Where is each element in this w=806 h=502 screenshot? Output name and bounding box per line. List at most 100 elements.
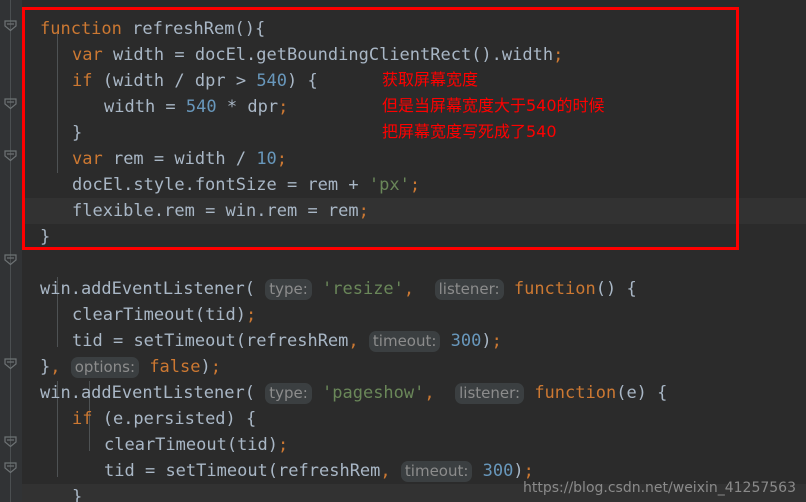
parameter-hint-chip: timeout: [400,461,473,482]
parameter-hint-chip: listener: [455,383,525,404]
code-token: 'resize' [322,279,404,299]
code-token: flexible.rem [72,201,206,221]
code-token: docEl.getBoundingClientRect().width [184,45,554,65]
code-token: var [72,149,103,169]
code-token: (e.persisted) { [92,409,257,429]
code-line[interactable]: tid = setTimeout(refreshRem, timeout: 30… [72,328,502,354]
code-token: refreshRem [278,461,381,481]
code-token: clearTimeout [104,435,227,455]
code-token: ) { [287,71,318,91]
code-token: ; [358,201,369,221]
code-editor[interactable]: function refreshRem(){var width = docEl.… [0,0,806,502]
code-token: width [102,45,175,65]
code-token: 'px' [368,175,410,195]
parameter-hint-chip: listener: [434,279,504,300]
code-token: rem [297,175,349,195]
code-token: false [149,357,201,377]
code-line[interactable]: } [40,224,50,250]
code-line[interactable]: clearTimeout(tid); [72,302,256,328]
code-token: width [104,97,166,117]
parameter-hint-chip: options: [70,357,140,378]
code-token: ; [246,305,257,325]
code-token: = [144,461,156,481]
code-token: = [174,45,185,65]
code-token: = [205,201,216,221]
code-token: (tid) [226,435,279,455]
code-line[interactable]: }, options: false); [40,354,221,380]
code-line[interactable]: var rem = width / 10; [72,146,287,172]
code-token: 'pageshow' [322,383,425,403]
code-token: tid [72,331,113,351]
code-token: 10 [256,149,277,169]
code-token: docEl.style.fontSize [72,175,287,195]
code-token: (e) { [616,383,668,403]
code-token: ( [244,383,255,403]
code-token: / [235,149,247,169]
code-token: function [40,19,122,39]
code-line[interactable]: width = 540 * dpr; [104,94,288,120]
code-line[interactable]: if (width / dpr > 540) { [72,68,318,94]
code-token: 300 [450,331,482,351]
code-line[interactable]: flexible.rem = win.rem = rem; [72,198,369,224]
code-token: ; [491,331,502,351]
code-line[interactable]: tid = setTimeout(refreshRem, timeout: 30… [104,458,534,484]
code-token: () { [595,279,637,299]
code-token: function [534,383,617,403]
code-token: , [50,357,61,377]
code-token: = [153,149,165,169]
code-token: } [40,227,51,247]
code-line[interactable]: win.addEventListener( type: 'resize', li… [40,276,637,302]
code-token: win.addEventListener [40,279,245,299]
code-line[interactable]: } [72,120,82,146]
code-line[interactable]: if (e.persisted) { [72,406,256,432]
code-token: 300 [482,461,514,481]
code-token: clearTimeout [72,305,195,325]
code-token: refreshRem [246,331,349,351]
code-token: ; [276,149,288,169]
code-line[interactable]: } [72,484,82,502]
code-line[interactable]: clearTimeout(tid); [104,432,288,458]
code-token: ; [523,461,534,481]
watermark-url: https://blog.csdn.net/weixin_41257563 [522,480,796,496]
code-token: win.addEventListener [40,383,245,403]
annotation-note: 但是当屏幕宽度大于540的时候 [382,96,605,115]
code-line[interactable]: docEl.style.fontSize = rem + 'px'; [72,172,420,198]
code-token: ) [481,331,492,351]
code-token: ; [278,97,289,117]
annotation-note: 获取屏幕宽度 [382,70,479,89]
code-token: if [72,71,93,91]
code-token: ; [553,45,564,65]
annotation-note: 把屏幕宽度写死成了540 [382,122,557,141]
code-token: setTimeout [155,461,268,481]
code-token: , [348,331,359,351]
code-token: , [424,383,435,403]
code-token: (tid) [194,305,247,325]
code-line[interactable]: var width = docEl.getBoundingClientRect(… [72,42,563,68]
code-token: + [348,175,359,195]
code-token: win.rem [215,201,308,221]
code-token: dpr [184,71,236,91]
code-line[interactable]: function refreshRem(){ [40,16,265,42]
code-token: if [72,409,93,429]
code-token: } [72,487,83,502]
code-line[interactable]: win.addEventListener( type: 'pageshow', … [40,380,667,406]
code-token: } [72,123,83,143]
code-token: (){ [234,19,266,39]
code-token: ( [267,461,279,481]
code-token: ( [235,331,247,351]
code-token: = [307,201,318,221]
code-token: tid [104,461,145,481]
